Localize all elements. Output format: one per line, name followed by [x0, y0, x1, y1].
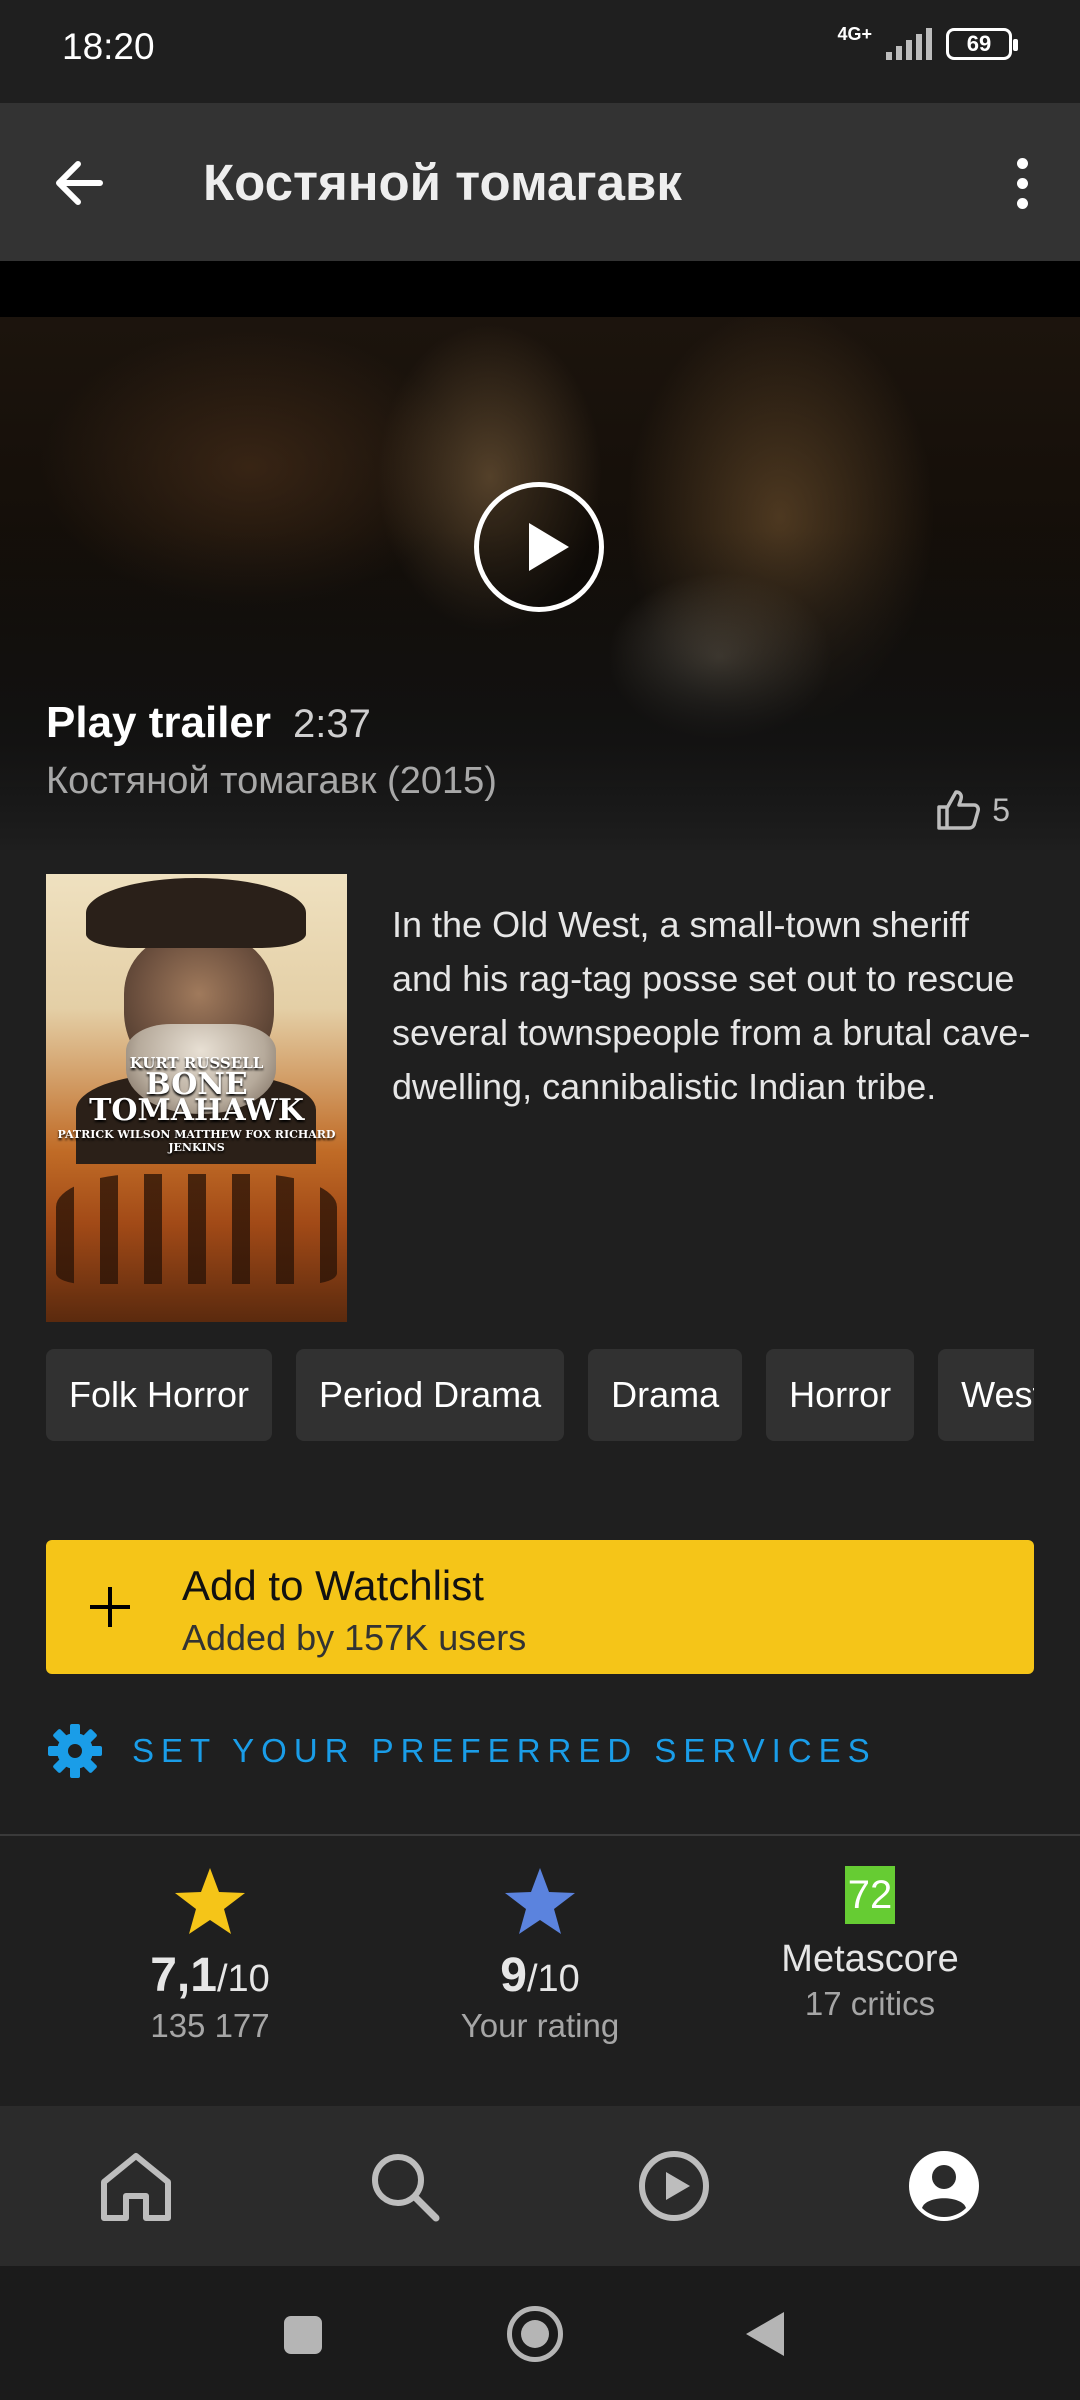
plot-summary: In the Old West, a small-town sheriff an… [392, 904, 1031, 1107]
status-bar: 18:20 4G+ 69 [0, 0, 1080, 103]
play-circle-icon[interactable] [474, 482, 604, 612]
trailer-duration: 2:37 [293, 702, 371, 746]
genre-chip[interactable]: Period Drama [296, 1349, 565, 1441]
poster-figure-hat [86, 878, 306, 948]
user-rating-label: Your rating [460, 2007, 620, 2044]
profile-icon [909, 2151, 979, 2221]
movie-poster[interactable]: KURT RUSSELL BONE TOMAHAWK PATRICK WILSO… [46, 874, 347, 1322]
recent-apps-button[interactable] [284, 2316, 322, 2354]
top-app-bar: Костяной томагавк [0, 103, 1080, 261]
poster-riders [56, 1174, 337, 1284]
genre-chip[interactable]: Drama [588, 1349, 743, 1441]
imdb-score: 7,1/10 [60, 1948, 360, 2003]
signal-icon [886, 28, 932, 60]
likes-count: 5 [992, 791, 1010, 828]
arrow-left-icon [56, 161, 103, 205]
play-trailer-label[interactable]: Play trailer [46, 698, 271, 748]
genre-chip[interactable]: Horror [766, 1349, 915, 1441]
thumbs-up-icon [937, 790, 981, 830]
imdb-vote-count: 135 177 [150, 2007, 270, 2044]
watchlist-subtitle: Added by 157K users [182, 1617, 527, 1658]
star-icon [505, 1868, 575, 1934]
watchlist-title: Add to Watchlist [182, 1562, 484, 1609]
nav-search[interactable] [364, 2146, 444, 2226]
back-button[interactable] [44, 147, 116, 219]
genre-chips: Folk Horror Period Drama Drama Horror We… [46, 1349, 1034, 1441]
trailer-hero[interactable]: Play trailer 2:37 Костяной томагавк (201… [0, 261, 1080, 850]
poster-title-line2: TOMAHAWK [89, 1093, 304, 1128]
gear-icon [48, 1724, 102, 1778]
trailer-likes[interactable]: 5 [936, 789, 1010, 831]
play-video-icon [639, 2151, 709, 2221]
user-score: 9/10 [390, 1948, 690, 2003]
battery-level: 69 [966, 31, 992, 56]
genre-chip[interactable]: Folk Horror [46, 1349, 273, 1441]
metascore-label: Metascore [781, 1938, 959, 1980]
network-type: 4G+ [837, 24, 872, 44]
battery-icon: 69 [946, 28, 1018, 60]
metascore-badge: 72 [845, 1866, 895, 1924]
home-button[interactable] [507, 2306, 563, 2362]
home-icon [101, 2153, 171, 2221]
nav-home[interactable] [96, 2146, 176, 2226]
nav-profile[interactable] [904, 2146, 984, 2226]
nav-video[interactable] [634, 2146, 714, 2226]
bottom-navigation [0, 2106, 1080, 2266]
more-dot [1016, 197, 1028, 209]
more-dot [1016, 177, 1028, 189]
user-rating[interactable]: 9/10 Your rating [390, 1866, 690, 2045]
star-icon [175, 1868, 245, 1934]
status-icons: 4G+ 69 [837, 24, 1018, 60]
poster-cast: PATRICK WILSON MATTHEW FOX RICHARD JENKI… [57, 1128, 336, 1154]
more-options-button[interactable] [986, 147, 1058, 219]
genre-chip[interactable]: Western [938, 1349, 1034, 1441]
user-score-scale: /10 [526, 1958, 580, 2000]
imdb-rating[interactable]: 7,1/10 135 177 [60, 1866, 360, 2045]
ratings-row: 7,1/10 135 177 9/10 Your rating 72 Metas… [0, 1836, 1080, 2106]
metascore-rating[interactable]: 72 Metascore 17 critics [720, 1866, 1020, 2023]
system-navigation-bar [0, 2266, 1080, 2400]
imdb-score-value: 7,1 [150, 1949, 217, 2002]
page-title: Костяной томагавк [203, 154, 682, 211]
preferred-services-link[interactable]: SET YOUR PREFERRED SERVICES [46, 1722, 877, 1780]
status-time: 18:20 [62, 26, 155, 67]
search-icon [372, 2154, 440, 2222]
imdb-score-scale: /10 [216, 1958, 270, 2000]
preferred-services-label: SET YOUR PREFERRED SERVICES [132, 1732, 877, 1769]
back-system-button[interactable] [746, 2312, 784, 2356]
trailer-subtitle: Костяной томагавк (2015) [46, 760, 497, 802]
plus-icon [90, 1587, 130, 1627]
user-score-value: 9 [500, 1949, 527, 2002]
add-to-watchlist-button[interactable]: Add to Watchlist Added by 157K users [46, 1540, 1034, 1674]
metascore-critics: 17 critics [804, 1985, 936, 2022]
more-vertical-icon [1016, 157, 1028, 169]
trailer-info: Play trailer 2:37 [46, 698, 371, 748]
